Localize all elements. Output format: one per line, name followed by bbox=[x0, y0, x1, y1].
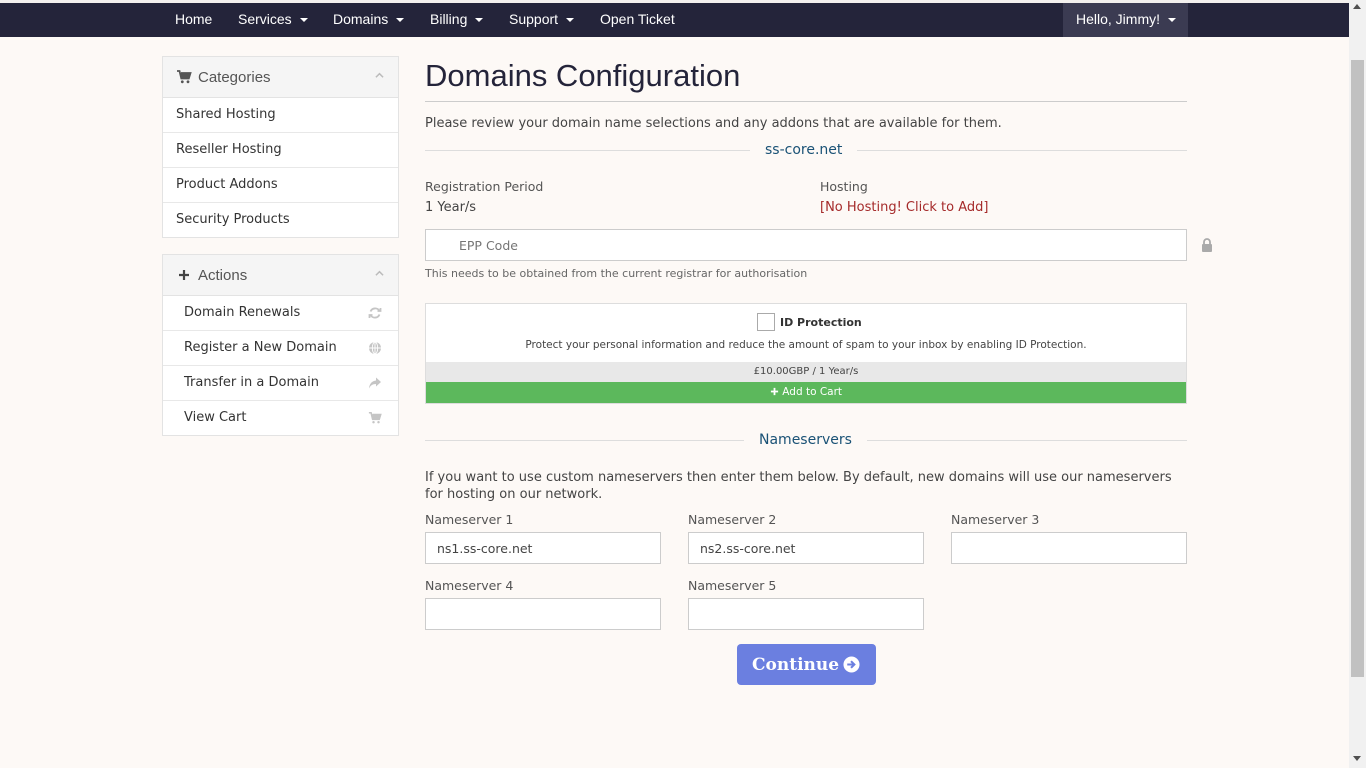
caret-down-icon bbox=[566, 18, 575, 22]
sidebar-item-shared-hosting[interactable]: Shared Hosting bbox=[163, 98, 398, 133]
categories-panel: Categories Shared Hosting Reseller Hosti… bbox=[162, 56, 399, 238]
nameserver-1-input[interactable] bbox=[425, 532, 661, 564]
sidebar-item-label: View Cart bbox=[184, 410, 247, 425]
arrow-circle-right-icon bbox=[843, 656, 860, 673]
domain-name-heading: ss-core.net bbox=[750, 142, 858, 158]
refresh-icon bbox=[368, 307, 382, 319]
add-to-cart-button[interactable]: Add to Cart bbox=[426, 382, 1186, 403]
actions-panel-header[interactable]: Actions bbox=[163, 255, 398, 296]
caret-down-icon bbox=[475, 18, 484, 22]
chevron-up-icon[interactable] bbox=[375, 269, 384, 278]
id-protection-addon: ID Protection Protect your personal info… bbox=[425, 303, 1187, 404]
addon-price: £10.00GBP / 1 Year/s bbox=[426, 362, 1186, 382]
categories-title: Categories bbox=[198, 69, 271, 86]
nameserver-2-input[interactable] bbox=[688, 532, 924, 564]
add-to-cart-label: Add to Cart bbox=[782, 386, 843, 398]
chevron-up-icon[interactable] bbox=[375, 71, 384, 80]
top-navbar: Home Services Domains Billing Support Op… bbox=[0, 3, 1349, 37]
addon-description: Protect your personal information and re… bbox=[525, 339, 1087, 351]
cart-icon bbox=[368, 411, 382, 424]
caret-down-icon bbox=[299, 18, 308, 22]
nameserver-3-label: Nameserver 3 bbox=[951, 512, 1040, 527]
continue-button[interactable]: Continue bbox=[737, 644, 876, 685]
scrollbar-thumb[interactable] bbox=[1351, 60, 1364, 677]
scroll-up-arrow-icon[interactable] bbox=[1353, 4, 1361, 9]
registration-period-value: 1 Year/s bbox=[425, 200, 477, 215]
epp-code-input[interactable] bbox=[425, 229, 1187, 261]
scroll-down-arrow-icon[interactable] bbox=[1353, 756, 1361, 761]
nameservers-heading: Nameservers bbox=[744, 432, 867, 448]
nav-home[interactable]: Home bbox=[175, 3, 212, 37]
sidebar-item-label: Transfer in a Domain bbox=[184, 375, 319, 390]
nav-support[interactable]: Support bbox=[509, 3, 575, 37]
sidebar-item-view-cart[interactable]: View Cart bbox=[163, 401, 398, 435]
nav-services[interactable]: Services bbox=[238, 3, 308, 37]
cart-icon bbox=[177, 70, 192, 84]
actions-panel: Actions Domain Renewals Register a New D… bbox=[162, 254, 399, 436]
vertical-scrollbar[interactable] bbox=[1349, 0, 1366, 768]
lock-icon bbox=[1202, 238, 1212, 252]
nameserver-3-input[interactable] bbox=[951, 532, 1187, 564]
nameserver-4-label: Nameserver 4 bbox=[425, 578, 514, 593]
categories-panel-header[interactable]: Categories bbox=[163, 57, 398, 98]
nav-open-ticket[interactable]: Open Ticket bbox=[600, 3, 675, 37]
nameserver-1-label: Nameserver 1 bbox=[425, 512, 514, 527]
user-menu[interactable]: Hello, Jimmy! bbox=[1063, 3, 1188, 37]
epp-help-text: This needs to be obtained from the curre… bbox=[425, 267, 808, 280]
sidebar-item-label: Shared Hosting bbox=[176, 107, 276, 122]
sidebar-item-label: Product Addons bbox=[176, 177, 278, 192]
sidebar-item-domain-renewals[interactable]: Domain Renewals bbox=[163, 296, 398, 331]
nameserver-5-label: Nameserver 5 bbox=[688, 578, 777, 593]
nameserver-2-label: Nameserver 2 bbox=[688, 512, 777, 527]
nav-billing[interactable]: Billing bbox=[430, 3, 484, 37]
nav-domains[interactable]: Domains bbox=[333, 3, 405, 37]
continue-label: Continue bbox=[752, 655, 840, 675]
no-hosting-link[interactable]: [No Hosting! Click to Add] bbox=[820, 200, 988, 215]
sidebar-item-product-addons[interactable]: Product Addons bbox=[163, 168, 398, 203]
intro-text: Please review your domain name selection… bbox=[425, 116, 1002, 131]
sidebar-item-transfer-domain[interactable]: Transfer in a Domain bbox=[163, 366, 398, 401]
page-title: Domains Configuration bbox=[425, 58, 741, 93]
plus-icon bbox=[770, 387, 779, 396]
hosting-label: Hosting bbox=[820, 179, 868, 194]
title-divider bbox=[425, 101, 1187, 102]
registration-period-label: Registration Period bbox=[425, 179, 544, 194]
nameserver-5-input[interactable] bbox=[688, 598, 924, 630]
sidebar-item-label: Reseller Hosting bbox=[176, 142, 282, 157]
plus-icon bbox=[179, 270, 189, 280]
nameservers-intro: If you want to use custom nameservers th… bbox=[425, 470, 1172, 502]
id-protection-checkbox[interactable] bbox=[757, 313, 775, 331]
share-arrow-icon bbox=[369, 377, 381, 389]
user-menu-label[interactable]: Hello, Jimmy! bbox=[1076, 3, 1177, 37]
sidebar-item-security-products[interactable]: Security Products bbox=[163, 203, 398, 237]
sidebar-item-register-domain[interactable]: Register a New Domain bbox=[163, 331, 398, 366]
sidebar-item-label: Register a New Domain bbox=[184, 340, 337, 355]
globe-icon bbox=[369, 341, 381, 355]
sidebar-item-label: Domain Renewals bbox=[184, 305, 301, 320]
addon-name: ID Protection bbox=[780, 316, 862, 329]
sidebar-item-label: Security Products bbox=[176, 212, 290, 227]
sidebar-item-reseller-hosting[interactable]: Reseller Hosting bbox=[163, 133, 398, 168]
caret-down-icon bbox=[396, 18, 405, 22]
actions-title: Actions bbox=[198, 267, 248, 284]
caret-down-icon bbox=[1168, 18, 1177, 22]
nameserver-4-input[interactable] bbox=[425, 598, 661, 630]
